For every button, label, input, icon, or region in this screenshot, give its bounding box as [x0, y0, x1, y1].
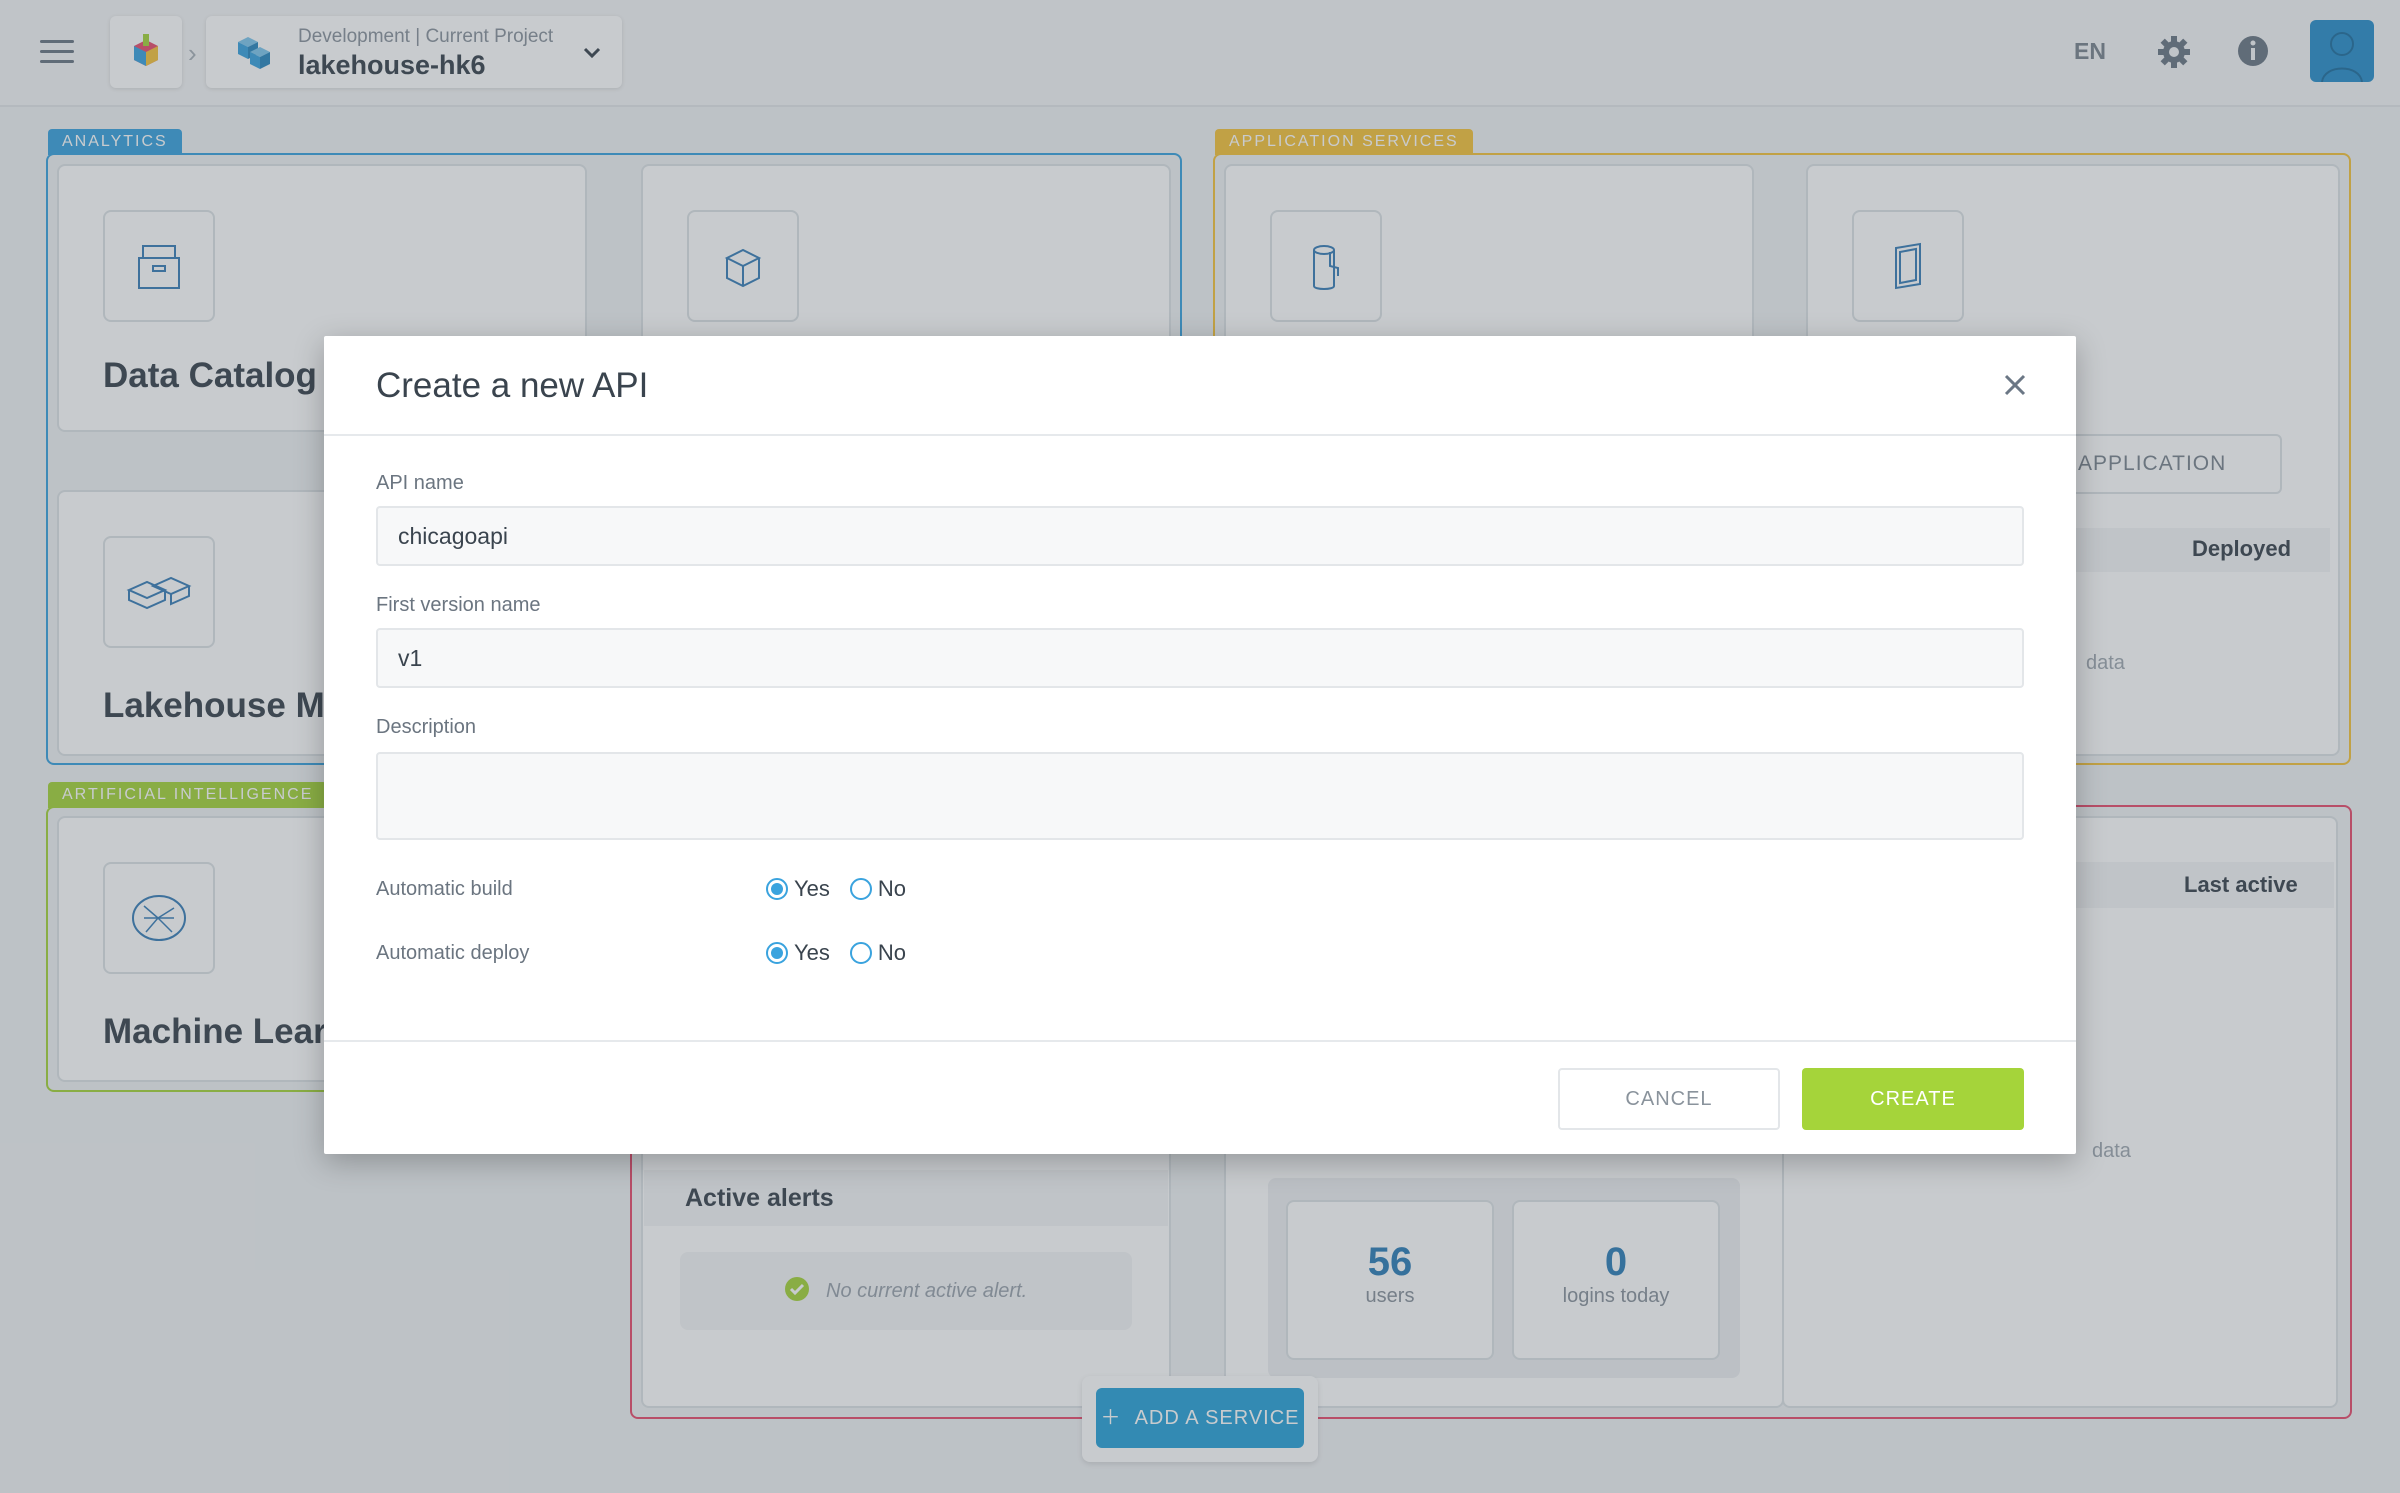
close-icon[interactable] — [2000, 370, 2030, 400]
modal-header-divider — [324, 434, 2076, 436]
cancel-button[interactable]: CANCEL — [1558, 1068, 1780, 1130]
automatic-deploy-options: Yes No — [766, 940, 926, 966]
api-name-label: API name — [376, 472, 464, 494]
radio-selected-icon — [766, 878, 788, 900]
automatic-deploy-no-label: No — [877, 940, 907, 965]
description-label: Description — [376, 716, 477, 738]
radio-unselected-icon — [849, 942, 872, 964]
automatic-build-options: Yes No — [766, 876, 926, 902]
version-name-label: First version name — [376, 594, 541, 616]
automatic-build-no[interactable]: No — [849, 876, 907, 902]
radio-selected-icon — [766, 942, 788, 964]
version-name-input[interactable] — [376, 628, 2024, 688]
create-api-modal: Create a new API API name First version … — [324, 336, 2076, 1154]
api-name-input[interactable] — [376, 506, 2024, 566]
automatic-deploy-yes-label: Yes — [794, 940, 830, 965]
modal-footer-divider — [324, 1040, 2076, 1042]
create-button[interactable]: CREATE — [1802, 1068, 2024, 1130]
automatic-deploy-no[interactable]: No — [849, 940, 907, 966]
modal-title: Create a new API — [376, 366, 649, 405]
automatic-build-label: Automatic build — [376, 878, 513, 900]
radio-unselected-icon — [849, 878, 872, 900]
automatic-build-yes[interactable]: Yes — [766, 876, 830, 902]
description-input[interactable] — [376, 752, 2024, 840]
automatic-build-no-label: No — [877, 876, 907, 901]
automatic-deploy-yes[interactable]: Yes — [766, 940, 830, 966]
automatic-build-yes-label: Yes — [794, 876, 830, 901]
automatic-deploy-label: Automatic deploy — [376, 942, 530, 964]
